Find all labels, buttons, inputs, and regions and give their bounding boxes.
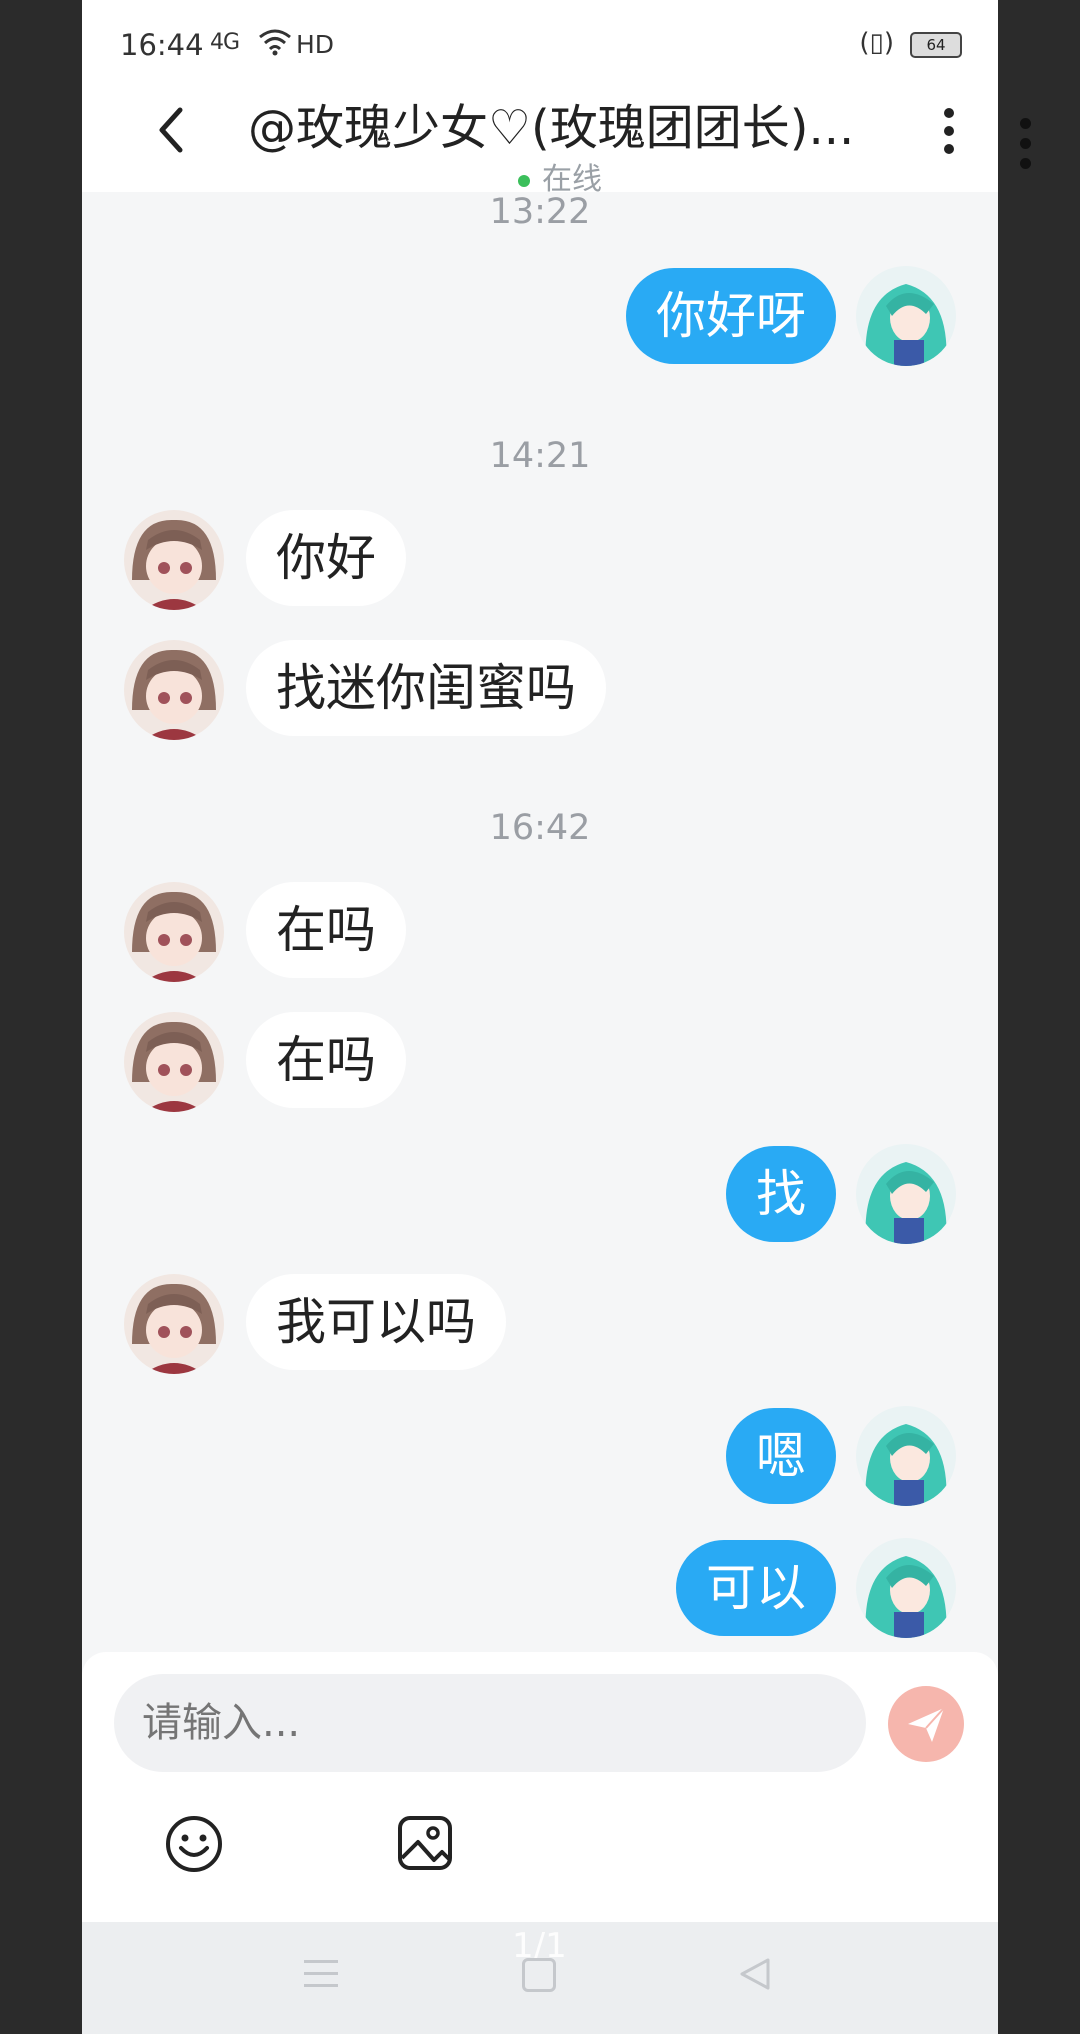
avatar-contact[interactable]	[124, 1012, 224, 1112]
menu-icon[interactable]	[304, 1960, 338, 1996]
chat-screen: 16:44 4G HD (▯) 64 @玫瑰少女♡(玫瑰团团长)... 在线 1…	[82, 0, 998, 2034]
avatar-contact[interactable]	[124, 640, 224, 740]
online-dot-icon	[518, 174, 530, 187]
image-icon[interactable]	[396, 1814, 454, 1872]
emoji-icon[interactable]	[164, 1814, 224, 1874]
message-out[interactable]: 嗯	[726, 1408, 836, 1504]
back-arrow-icon[interactable]	[146, 100, 196, 160]
battery-indicator: 64	[910, 32, 962, 58]
message-in[interactable]: 你好	[246, 510, 406, 606]
signal-icon: 4G	[210, 30, 240, 55]
network-type: HD	[296, 30, 335, 59]
status-time: 16:44	[120, 28, 204, 62]
message-in[interactable]: 在吗	[246, 882, 406, 978]
avatar-self[interactable]	[856, 1406, 956, 1506]
send-icon	[908, 1707, 945, 1742]
message-out[interactable]: 可以	[676, 1540, 836, 1636]
wifi-icon	[259, 29, 291, 56]
avatar-contact[interactable]	[124, 510, 224, 610]
timestamp: 13:22	[489, 192, 591, 232]
timestamp: 16:42	[489, 808, 591, 848]
avatar-self[interactable]	[856, 266, 956, 366]
message-in[interactable]: 我可以吗	[246, 1274, 506, 1370]
message-in[interactable]: 找迷你闺蜜吗	[246, 640, 606, 736]
background-more-icon	[1020, 118, 1032, 178]
timestamp: 14:21	[489, 436, 591, 476]
avatar-self[interactable]	[856, 1538, 956, 1638]
message-out[interactable]: 你好呀	[626, 268, 836, 364]
message-composer	[82, 1652, 998, 1922]
chat-title: @玫瑰少女♡(玫瑰团团长)...	[248, 100, 855, 156]
send-button[interactable]	[888, 1686, 964, 1762]
more-icon[interactable]	[944, 108, 958, 162]
system-nav-bar: 1/1	[82, 1922, 998, 2034]
message-input[interactable]	[114, 1674, 866, 1772]
home-icon[interactable]	[522, 1958, 556, 1992]
message-in[interactable]: 在吗	[246, 1012, 406, 1108]
chat-header: @玫瑰少女♡(玫瑰团团长)... 在线	[82, 78, 998, 197]
avatar-self[interactable]	[856, 1144, 956, 1244]
message-out[interactable]: 找	[726, 1146, 836, 1242]
avatar-contact[interactable]	[124, 882, 224, 982]
status-bar: 16:44 4G HD (▯) 64	[82, 0, 998, 90]
avatar-contact[interactable]	[124, 1274, 224, 1374]
back-icon[interactable]	[738, 1956, 774, 1992]
vibrate-icon: (▯)	[859, 28, 894, 58]
